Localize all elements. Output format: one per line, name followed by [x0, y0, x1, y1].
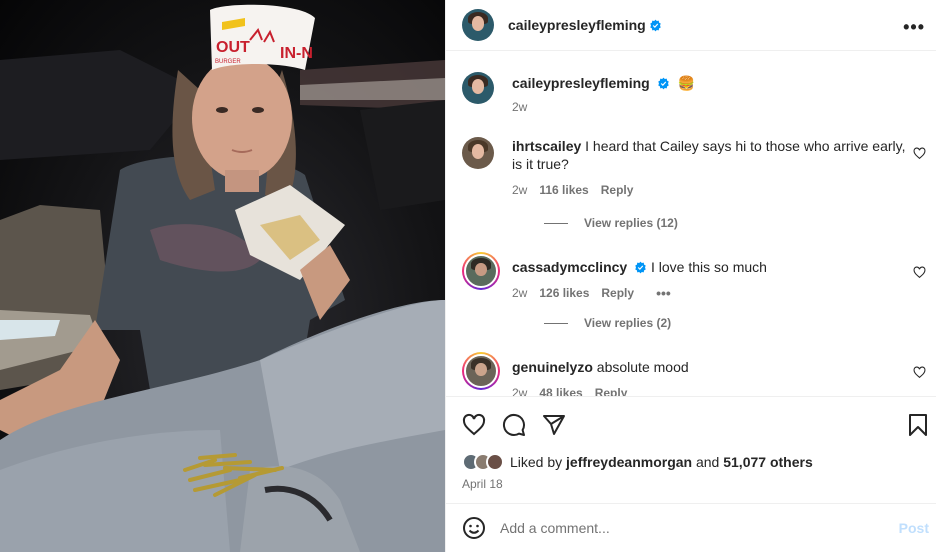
- avatar: [464, 354, 498, 388]
- hat-text-left: OUT: [216, 39, 250, 56]
- avatar: [462, 9, 494, 41]
- view-replies-button[interactable]: View replies (12): [544, 216, 678, 230]
- comment-heart-icon[interactable]: [913, 147, 926, 160]
- story-ring: [462, 252, 500, 290]
- comment-username[interactable]: genuinelyzo: [512, 359, 593, 375]
- comment-avatar[interactable]: [462, 352, 500, 390]
- post-header: caileypresleyfleming •••: [446, 0, 936, 51]
- caption: caileypresleyfleming 🍔 2w: [462, 72, 932, 114]
- hat-subtext: BURGER: [215, 59, 241, 65]
- avatar: [464, 254, 498, 288]
- add-comment-bar: Post: [446, 503, 936, 552]
- emoji-icon[interactable]: [462, 516, 486, 540]
- avatar: [462, 137, 494, 169]
- comment-username[interactable]: ihrtscailey: [512, 138, 581, 154]
- view-replies-label: View replies (2): [584, 316, 672, 330]
- likes-and: and: [695, 454, 720, 470]
- comment-time: 2w: [512, 286, 528, 300]
- comment-likes[interactable]: 126 likes: [539, 284, 589, 302]
- story-ring: [462, 352, 500, 390]
- bookmark-icon[interactable]: [907, 413, 929, 437]
- comment-icon[interactable]: [502, 413, 526, 437]
- reply-button[interactable]: Reply: [601, 284, 634, 302]
- post-button[interactable]: Post: [899, 520, 929, 536]
- caption-time: 2w: [512, 100, 528, 114]
- photo-illustration: OUT IN-N BURGER: [0, 4, 445, 552]
- likes-prefix: Liked by: [510, 454, 563, 470]
- post-panel: caileypresleyfleming ••• caileypresleyfl…: [445, 0, 936, 552]
- comment-heart-icon[interactable]: [913, 266, 926, 279]
- header-username[interactable]: caileypresleyfleming: [508, 17, 646, 33]
- post-date[interactable]: April 18: [462, 477, 503, 491]
- verified-icon: [650, 19, 661, 31]
- verified-icon: [657, 77, 669, 90]
- likes-others[interactable]: 51,077 others: [723, 454, 813, 470]
- post-actions: Liked by jeffreydeanmorgan and 51,077 ot…: [446, 396, 936, 502]
- heart-icon[interactable]: [462, 413, 486, 437]
- comment-input[interactable]: [500, 520, 880, 536]
- avatar: [462, 72, 494, 104]
- comment-likes[interactable]: 116 likes: [539, 181, 588, 199]
- comment-avatar[interactable]: [462, 137, 494, 169]
- reply-button[interactable]: Reply: [595, 384, 628, 396]
- comment-options-icon[interactable]: •••: [656, 284, 671, 302]
- comment-time: 2w: [512, 183, 528, 197]
- hat-text-right: IN-N: [280, 45, 313, 62]
- view-replies-label: View replies (12): [584, 216, 678, 230]
- caption-username[interactable]: caileypresleyfleming: [512, 75, 650, 91]
- comment-item: ihrtscailey I heard that Cailey says hi …: [462, 137, 932, 197]
- comment-text: I love this so much: [650, 259, 767, 275]
- liker-avatar: [486, 453, 504, 471]
- post-photo[interactable]: OUT IN-N BURGER: [0, 0, 445, 552]
- verified-icon: [635, 261, 646, 274]
- reply-button[interactable]: Reply: [601, 181, 634, 199]
- likes-username[interactable]: jeffreydeanmorgan: [566, 454, 692, 470]
- more-icon[interactable]: •••: [903, 17, 925, 38]
- comment-time: 2w: [512, 386, 528, 396]
- comment-avatar[interactable]: [462, 252, 500, 290]
- comments-list[interactable]: caileypresleyfleming 🍔 2w ihrtscailey I …: [446, 52, 936, 396]
- view-replies-button[interactable]: View replies (2): [544, 316, 671, 330]
- caption-text: 🍔: [677, 75, 695, 91]
- header-avatar[interactable]: [462, 9, 494, 41]
- comment-likes[interactable]: 48 likes: [539, 384, 582, 396]
- comment-text: absolute mood: [596, 359, 689, 375]
- caption-avatar[interactable]: [462, 72, 494, 104]
- comment-username[interactable]: cassadymcclincy: [512, 259, 627, 275]
- share-icon[interactable]: [542, 413, 566, 437]
- comment-heart-icon[interactable]: [913, 366, 926, 379]
- likes-summary: Liked by jeffreydeanmorgan and 51,077 ot…: [462, 453, 813, 471]
- liker-avatars[interactable]: [462, 453, 504, 471]
- comment-item: cassadymcclincy I love this so much 2w 1…: [462, 252, 932, 301]
- comment-item: genuinelyzo absolute mood 2w 48 likes Re…: [462, 352, 932, 396]
